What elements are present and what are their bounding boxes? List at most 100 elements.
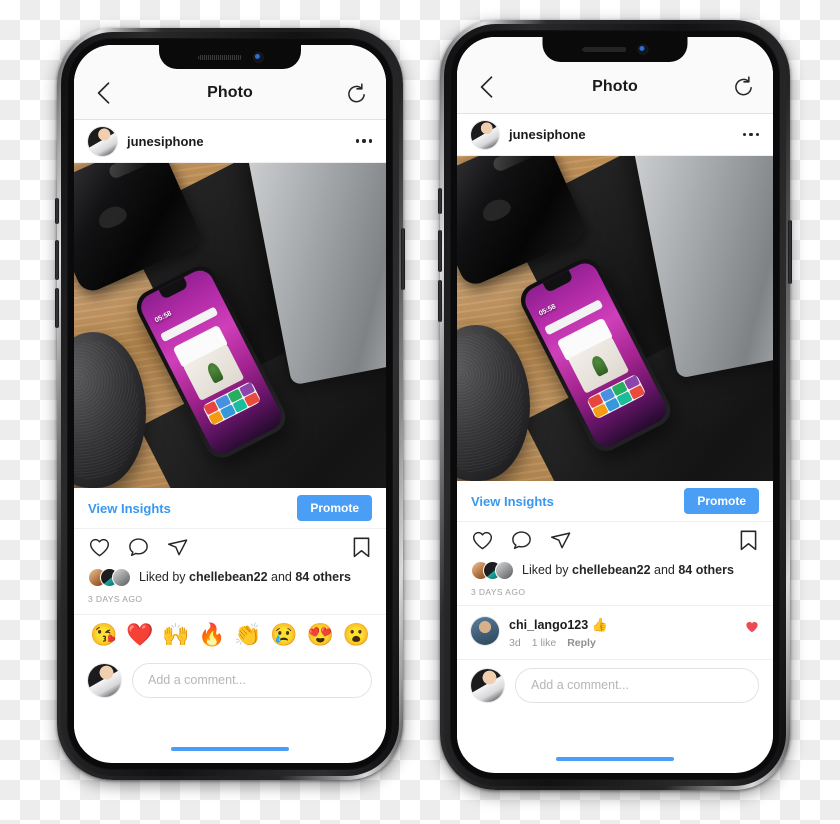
fire-emoji[interactable]: 🔥 <box>198 622 225 648</box>
comment-reply-button[interactable]: Reply <box>567 637 596 649</box>
likes-middle: and <box>267 570 296 584</box>
photo-apple-logo <box>95 201 130 231</box>
right-volume-down-button[interactable] <box>438 280 442 322</box>
clapping-hands-emoji[interactable]: 👏 <box>234 622 261 648</box>
heart-outline-icon <box>472 531 493 549</box>
photo-purple-phone-time: 05:58 <box>537 303 557 318</box>
refresh-counterclockwise-icon <box>735 76 753 96</box>
self-avatar[interactable] <box>471 668 504 702</box>
left-phone-device: Photo junesiphone 05:58 View Insights Pr… <box>55 28 405 780</box>
promote-button[interactable]: Promote <box>684 488 759 514</box>
likes-text[interactable]: Liked by chellebean22 and 84 others <box>522 563 734 577</box>
refresh-button[interactable] <box>731 74 757 100</box>
heart-filled-icon <box>746 621 758 633</box>
emoji-reaction-bar: 😘 ❤️ 🙌 🔥 👏 😢 😍 😮 <box>74 614 386 655</box>
front-camera-icon <box>638 45 648 54</box>
share-button[interactable] <box>166 536 189 559</box>
red-heart-emoji[interactable]: ❤️ <box>126 622 153 648</box>
post-timestamp: 3 DAYS AGO <box>74 589 386 604</box>
post-author-username[interactable]: junesiphone <box>127 134 356 149</box>
likes-others-count[interactable]: 84 others <box>678 563 734 577</box>
insights-bar-left: View Insights Promote <box>74 488 386 529</box>
post-photo[interactable]: 05:58 <box>74 163 386 488</box>
comment-age: 3d <box>509 637 521 649</box>
post-author-avatar[interactable] <box>471 120 499 149</box>
save-button[interactable] <box>738 529 759 552</box>
likes-prefix: Liked by <box>139 570 190 584</box>
comment-author-avatar[interactable] <box>471 617 499 645</box>
right-mute-switch[interactable] <box>438 188 442 214</box>
insights-bar-right: View Insights Promote <box>457 481 773 522</box>
earpiece-speaker-icon <box>197 54 242 60</box>
left-notch <box>159 45 301 69</box>
post-header[interactable]: junesiphone <box>74 120 386 163</box>
screenshot-stage: Photo junesiphone 05:58 View Insights Pr… <box>0 0 840 824</box>
add-comment-input[interactable]: Add a comment... <box>132 662 372 698</box>
bookmark-outline-icon <box>353 537 370 557</box>
likes-row-right: Liked by chellebean22 and 84 others <box>457 558 773 582</box>
facepile-avatar <box>112 567 131 587</box>
likes-facepile[interactable] <box>88 567 131 587</box>
comment-author-username[interactable]: chi_lango123 <box>509 618 588 632</box>
front-camera-icon <box>253 52 263 62</box>
view-insights-link[interactable]: View Insights <box>471 494 554 509</box>
bookmark-outline-icon <box>740 530 757 550</box>
self-avatar[interactable] <box>88 663 121 697</box>
right-bottom-fill <box>457 710 773 757</box>
more-options-button[interactable] <box>355 139 372 143</box>
save-button[interactable] <box>351 536 372 559</box>
send-paper-plane-icon <box>550 531 571 548</box>
comment-like-count[interactable]: 1 like <box>532 637 557 649</box>
likes-text[interactable]: Liked by chellebean22 and 84 others <box>139 570 351 584</box>
more-options-button[interactable] <box>742 132 759 137</box>
home-indicator[interactable] <box>171 747 289 751</box>
refresh-counterclockwise-icon <box>348 82 366 102</box>
kissing-face-emoji[interactable]: 😘 <box>90 622 117 648</box>
likes-row-left: Liked by chellebean22 and 84 others <box>74 565 386 589</box>
add-comment-row-left: Add a comment... <box>74 655 386 705</box>
post-photo[interactable]: 05:58 <box>457 156 773 481</box>
action-icons-group <box>88 536 189 559</box>
left-bottom-fill <box>74 705 386 747</box>
post-author-username[interactable]: junesiphone <box>509 127 743 142</box>
comment-bubble-icon <box>512 530 531 549</box>
left-volume-down-button[interactable] <box>55 288 59 328</box>
back-button[interactable] <box>90 80 116 106</box>
like-button[interactable] <box>471 529 494 552</box>
right-notch <box>542 37 688 62</box>
likes-others-count[interactable]: 84 others <box>295 570 351 584</box>
post-author-avatar[interactable] <box>88 126 117 156</box>
photo-purple-phone-time: 05:58 <box>153 310 173 325</box>
left-power-button[interactable] <box>401 228 405 290</box>
home-indicator[interactable] <box>556 757 674 761</box>
share-button[interactable] <box>549 529 572 552</box>
back-button[interactable] <box>473 74 499 100</box>
page-title: Photo <box>207 84 253 101</box>
likes-facepile[interactable] <box>471 560 514 580</box>
comment-like-button[interactable] <box>745 620 759 634</box>
action-bar-left <box>74 529 386 565</box>
add-comment-input[interactable]: Add a comment... <box>515 667 759 703</box>
right-volume-up-button[interactable] <box>438 230 442 272</box>
post-header[interactable]: junesiphone <box>457 114 773 156</box>
comment-button[interactable] <box>127 536 150 559</box>
like-button[interactable] <box>88 536 111 559</box>
promote-button[interactable]: Promote <box>297 495 372 521</box>
left-volume-up-button[interactable] <box>55 240 59 280</box>
post-timestamp: 3 DAYS AGO <box>457 582 773 605</box>
right-power-button[interactable] <box>788 220 792 284</box>
crying-face-emoji[interactable]: 😢 <box>270 622 297 648</box>
astonished-face-emoji[interactable]: 😮 <box>343 622 370 648</box>
likes-username[interactable]: chellebean22 <box>189 570 268 584</box>
left-mute-switch[interactable] <box>55 198 59 224</box>
heart-eyes-emoji[interactable]: 😍 <box>306 622 333 648</box>
raising-hands-emoji[interactable]: 🙌 <box>162 622 189 648</box>
heart-outline-icon <box>89 538 110 556</box>
comment-item: chi_lango123 👍 3d 1 like Reply <box>457 605 773 659</box>
comment-meta: 3d 1 like Reply <box>509 637 745 649</box>
refresh-button[interactable] <box>344 80 370 106</box>
comment-button[interactable] <box>510 529 533 552</box>
action-bar-right <box>457 522 773 558</box>
likes-username[interactable]: chellebean22 <box>572 563 651 577</box>
view-insights-link[interactable]: View Insights <box>88 501 171 516</box>
